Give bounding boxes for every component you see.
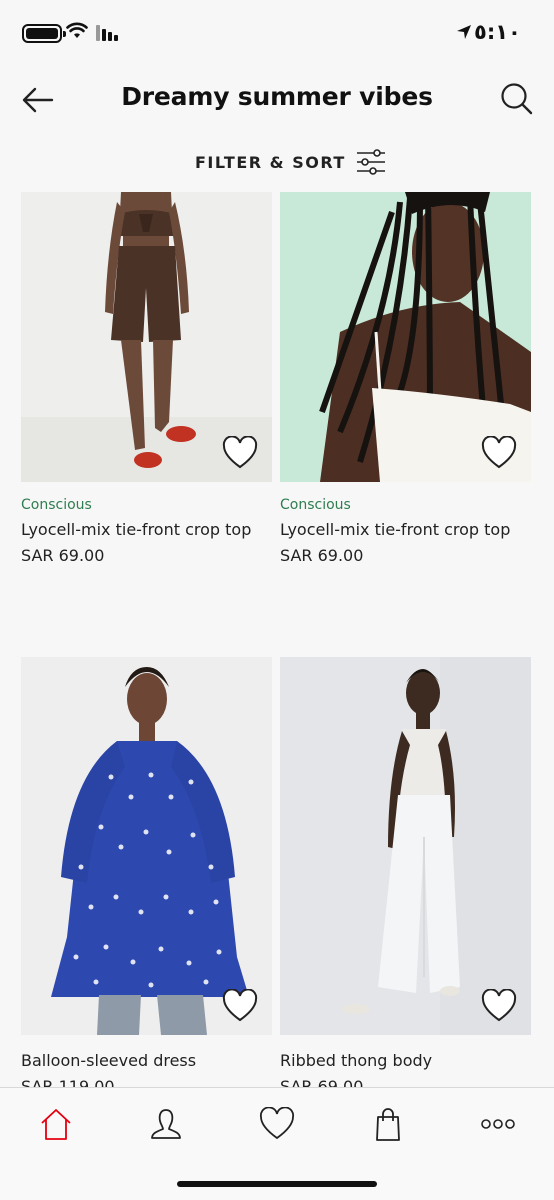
- wifi-icon: [66, 22, 88, 38]
- model-photo: [280, 657, 531, 1035]
- status-bar: ٥:١٠: [0, 0, 554, 64]
- page-header: Dreamy summer vibes: [0, 64, 554, 136]
- home-indicator: [177, 1181, 377, 1187]
- product-price: SAR 69.00: [21, 546, 105, 565]
- product-image[interactable]: [21, 657, 272, 1035]
- sliders-icon: [356, 149, 385, 175]
- status-time: ٥:١٠: [474, 20, 521, 44]
- favorite-button[interactable]: [222, 435, 258, 470]
- favorites-icon: [260, 1107, 294, 1140]
- product-price: SAR 69.00: [280, 546, 364, 565]
- nav-more[interactable]: [478, 1104, 518, 1144]
- model-photo: [21, 657, 272, 1035]
- home-icon: [41, 1109, 71, 1140]
- product-image[interactable]: [280, 192, 531, 482]
- product-name[interactable]: Balloon-sleeved dress: [21, 1051, 196, 1070]
- search-button[interactable]: [498, 80, 536, 118]
- favorite-button[interactable]: [481, 435, 517, 470]
- conscious-badge: Conscious: [21, 497, 92, 513]
- product-name[interactable]: Lyocell-mix tie-front crop top: [21, 520, 251, 539]
- heart-icon: [222, 988, 258, 1022]
- nav-home[interactable]: [36, 1104, 76, 1144]
- favorite-button[interactable]: [481, 988, 517, 1023]
- product-card[interactable]: Ribbed thong body SAR 69.00: [280, 657, 531, 1087]
- account-icon: [151, 1109, 181, 1139]
- nav-shopping-bag[interactable]: [368, 1104, 408, 1144]
- product-card[interactable]: Balloon-sleeved dress SAR 119.00: [21, 657, 272, 1087]
- more-icon: [481, 1119, 515, 1129]
- product-image[interactable]: [280, 657, 531, 1035]
- heart-icon: [481, 988, 517, 1022]
- battery-icon: [22, 24, 66, 43]
- product-price: SAR 119.00: [21, 1077, 115, 1087]
- signal-icon: [96, 25, 118, 41]
- page-title: Dreamy summer vibes: [121, 82, 433, 111]
- product-card[interactable]: Conscious Lyocell-mix tie-front crop top…: [280, 192, 531, 632]
- nav-account[interactable]: [146, 1104, 186, 1144]
- heart-icon: [481, 435, 517, 469]
- product-image[interactable]: [21, 192, 272, 482]
- product-name[interactable]: Ribbed thong body: [280, 1051, 432, 1070]
- product-name[interactable]: Lyocell-mix tie-front crop top: [280, 520, 510, 539]
- heart-icon: [222, 435, 258, 469]
- filter-sort-button[interactable]: FILTER & SORT: [195, 146, 386, 178]
- search-icon: [501, 83, 533, 115]
- nav-favorites[interactable]: [257, 1104, 297, 1144]
- product-card[interactable]: Conscious Lyocell-mix tie-front crop top…: [21, 192, 272, 632]
- filter-sort-label: FILTER & SORT: [195, 152, 346, 172]
- conscious-badge: Conscious: [280, 497, 351, 513]
- product-price: SAR 69.00: [280, 1077, 364, 1087]
- favorite-button[interactable]: [222, 988, 258, 1023]
- shopping-bag-icon: [376, 1108, 400, 1141]
- location-arrow-icon: [457, 25, 471, 39]
